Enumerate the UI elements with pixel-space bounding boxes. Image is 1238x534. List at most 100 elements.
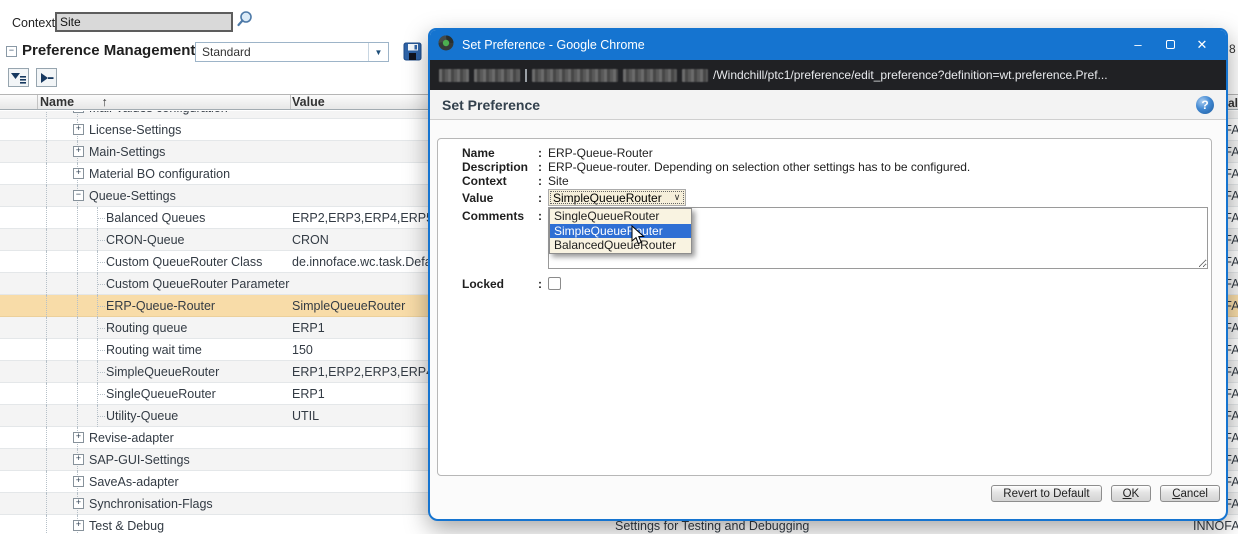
edge-fragment-top: 8: [1229, 42, 1236, 56]
chevron-down-icon[interactable]: ▼: [368, 43, 388, 61]
tree-guide-line: [46, 119, 47, 141]
tree-guide-line: [77, 339, 78, 361]
dialog-page-header: Set Preference ?: [430, 90, 1226, 120]
preference-name: Synchronisation-Flags: [89, 493, 213, 515]
preference-name: Material BO configuration: [89, 163, 230, 185]
field-context: Context: Site: [438, 174, 1211, 188]
expand-node-icon[interactable]: +: [73, 476, 84, 487]
tree-guide-line: [46, 361, 47, 383]
tree-guide-line: [46, 383, 47, 405]
value-select[interactable]: SimpleQueueRouter ∨: [548, 189, 686, 206]
search-icon[interactable]: [236, 10, 254, 33]
profile-select[interactable]: Standard ▼: [195, 42, 389, 62]
tree-guide-line: [77, 361, 78, 383]
tree-guide-stub: [97, 350, 105, 351]
collapse-all-button[interactable]: [36, 68, 57, 87]
address-bar: /Windchill/ptc1/preference/edit_preferen…: [430, 60, 1226, 90]
tree-guide-stub: [97, 240, 105, 241]
preference-value: ERP2,ERP3,ERP4,ERP5: [292, 207, 433, 229]
page-title: Preference Management: [22, 42, 195, 59]
tree-guide-stub: [97, 306, 105, 307]
expand-node-icon[interactable]: +: [73, 454, 84, 465]
tree-guide-line: [46, 339, 47, 361]
field-context-value: Site: [548, 174, 569, 188]
tree-guide-line: [46, 185, 47, 207]
tree-guide-stub: [97, 372, 105, 373]
expand-node-icon[interactable]: +: [73, 520, 84, 531]
filter-list-button[interactable]: [8, 68, 29, 87]
preference-name: SAP-GUI-Settings: [89, 449, 190, 471]
tree-guide-stub: [97, 416, 105, 417]
collapse-node-icon[interactable]: −: [73, 190, 84, 201]
tree-guide-line: [46, 427, 47, 449]
tree-guide-line: [46, 229, 47, 251]
tree-guide-line: [46, 295, 47, 317]
url-divider: [525, 69, 527, 82]
expand-node-icon[interactable]: +: [73, 124, 84, 135]
preference-name: Routing queue: [106, 317, 187, 339]
preference-form-panel: Name: ERP-Queue-Router Description: ERP-…: [437, 138, 1212, 476]
preference-name: Custom QueueRouter Parameter: [106, 273, 289, 295]
expand-node-icon[interactable]: +: [73, 432, 84, 443]
close-button[interactable]: ✕: [1186, 30, 1218, 60]
preference-name: SaveAs-adapter: [89, 471, 179, 493]
restore-icon: [1166, 40, 1175, 49]
column-header-value[interactable]: Value: [292, 95, 325, 109]
tree-guide-line: [46, 449, 47, 471]
dialog-titlebar[interactable]: Set Preference - Google Chrome – ✕: [430, 30, 1226, 60]
context-input[interactable]: [55, 12, 233, 32]
expand-node-icon[interactable]: +: [73, 498, 84, 509]
locked-checkbox[interactable]: [548, 277, 561, 290]
field-locked: Locked:: [438, 277, 1211, 291]
tree-guide-stub: [97, 218, 105, 219]
preference-name: Main-Settings: [89, 141, 165, 163]
minimize-button[interactable]: –: [1122, 30, 1154, 60]
dialog-title: Set Preference - Google Chrome: [462, 38, 1122, 52]
preference-name: Test & Debug: [89, 515, 164, 534]
tree-guide-stub: [97, 328, 105, 329]
preference-name: Mail Values configuration: [89, 111, 228, 119]
dropdown-option[interactable]: SingleQueueRouter: [550, 209, 691, 224]
expand-node-icon[interactable]: +: [73, 111, 84, 113]
tree-guide-line: [77, 251, 78, 273]
ok-button[interactable]: OK: [1111, 485, 1152, 502]
tree-guide-line: [46, 493, 47, 515]
revert-to-default-button[interactable]: Revert to Default: [991, 485, 1101, 502]
preference-name: Revise-adapter: [89, 427, 174, 449]
preference-value: ERP1: [292, 383, 325, 405]
expand-node-icon[interactable]: +: [73, 168, 84, 179]
tree-guide-stub: [97, 394, 105, 395]
collapse-section-icon[interactable]: −: [6, 46, 17, 57]
save-icon[interactable]: [403, 42, 423, 62]
tree-guide-line: [46, 471, 47, 493]
dropdown-option[interactable]: SimpleQueueRouter: [550, 224, 691, 239]
tree-guide-line: [46, 251, 47, 273]
preference-name: Custom QueueRouter Class: [106, 251, 262, 273]
tree-guide-line: [77, 207, 78, 229]
cancel-button[interactable]: Cancel: [1160, 485, 1220, 502]
column-header-name[interactable]: Name ↑: [40, 95, 108, 109]
preference-name: SimpleQueueRouter: [106, 361, 219, 383]
preference-name: CRON-Queue: [106, 229, 185, 251]
field-description-value: ERP-Queue-router. Depending on selection…: [548, 160, 970, 174]
preference-name: Utility-Queue: [106, 405, 178, 427]
set-preference-dialog: Set Preference - Google Chrome – ✕ /Wind…: [428, 28, 1228, 521]
redacted-url-segment: [682, 69, 708, 82]
preference-value: ERP1: [292, 317, 325, 339]
dropdown-option[interactable]: BalancedQueueRouter: [550, 238, 691, 253]
chevron-down-icon: ∨: [669, 192, 685, 203]
preference-name: Queue-Settings: [89, 185, 176, 207]
dialog-button-row: Revert to Default OK Cancel: [991, 485, 1220, 502]
field-description: Description: ERP-Queue-router. Depending…: [438, 160, 1211, 174]
help-icon[interactable]: ?: [1196, 96, 1214, 114]
restore-button[interactable]: [1154, 30, 1186, 60]
field-name: Name: ERP-Queue-Router: [438, 146, 1211, 160]
screen: Context − Preference Management Standard…: [0, 0, 1238, 534]
tree-guide-line: [77, 383, 78, 405]
preference-value: SimpleQueueRouter: [292, 295, 405, 317]
preference-name: SingleQueueRouter: [106, 383, 216, 405]
preference-value: ERP1,ERP2,ERP3,ERP4,E: [292, 361, 445, 383]
filter-list-icon: [11, 72, 26, 84]
expand-node-icon[interactable]: +: [73, 146, 84, 157]
preference-value: CRON: [292, 229, 329, 251]
